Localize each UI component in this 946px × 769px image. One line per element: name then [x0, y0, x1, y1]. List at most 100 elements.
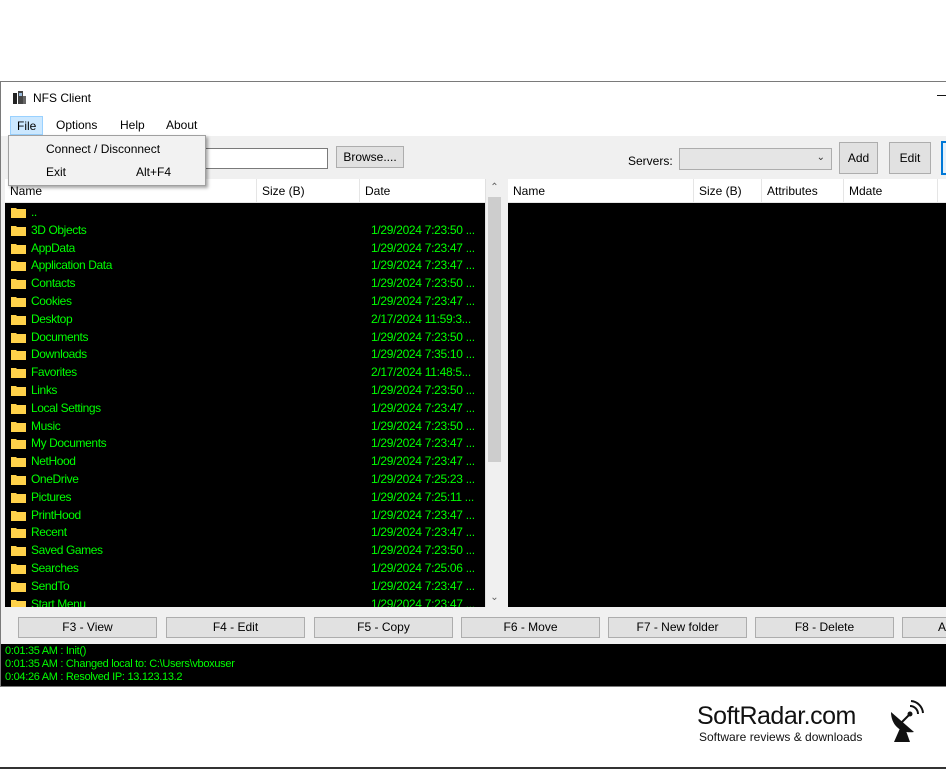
brand-title: SoftRadar.com [697, 702, 856, 730]
menu-connect-disconnect[interactable]: Connect / Disconnect [46, 142, 160, 156]
file-name: Local Settings [31, 400, 101, 415]
folder-icon [11, 492, 26, 503]
f7-new-folder-button[interactable]: F7 - New folder [608, 617, 747, 638]
f8-delete-button[interactable]: F8 - Delete [755, 617, 894, 638]
scroll-up-arrow-icon[interactable]: ⌃ [486, 179, 502, 196]
title-bar: NFS Client — [1, 82, 946, 114]
remote-file-list[interactable]: Name Size (B) Attributes Mdate [508, 179, 946, 607]
edit-server-button[interactable]: Edit [889, 142, 931, 174]
exit-shortcut: Alt+F4 [136, 165, 172, 179]
file-date: 2/17/2024 11:59:3... [371, 311, 471, 326]
column-date[interactable]: Date [360, 179, 485, 203]
table-row[interactable]: 3D Objects 1/29/2024 7:23:50 ... [5, 221, 502, 239]
table-row[interactable]: Pictures 1/29/2024 7:25:11 ... [5, 488, 502, 506]
file-date: 1/29/2024 7:23:50 ... [371, 543, 475, 558]
remote-column-size[interactable]: Size (B) [694, 179, 762, 203]
local-file-list[interactable]: Name Size (B) Date .. 3D Objects 1/29/2024… [5, 179, 502, 607]
table-row[interactable]: Downloads 1/29/2024 7:35:10 ... [5, 345, 502, 363]
menu-file[interactable]: File [10, 116, 44, 135]
file-name: Saved Games [31, 543, 103, 558]
satellite-dish-icon [891, 700, 924, 742]
file-name: Desktop [31, 311, 73, 326]
table-row[interactable]: Cookies 1/29/2024 7:23:47 ... [5, 292, 502, 310]
table-row[interactable]: Saved Games 1/29/2024 7:23:50 ... [5, 541, 502, 559]
file-name: NetHood [31, 454, 76, 469]
column-size[interactable]: Size (B) [257, 179, 360, 203]
table-row[interactable]: My Documents 1/29/2024 7:23:47 ... [5, 434, 502, 452]
file-name: Recent [31, 525, 67, 540]
table-row[interactable]: .. [5, 203, 502, 221]
file-name: Documents [31, 329, 89, 344]
table-row[interactable]: SendTo 1/29/2024 7:23:47 ... [5, 577, 502, 595]
file-menu-dropdown: Connect / Disconnect Exit Alt+F4 [8, 135, 206, 186]
remote-column-attributes[interactable]: Attributes [762, 179, 844, 203]
local-rows: .. 3D Objects 1/29/2024 7:23:50 ... AppData… [5, 203, 502, 607]
table-row[interactable]: Application Data 1/29/2024 7:23:47 ... [5, 256, 502, 274]
file-date: 1/29/2024 7:23:47 ... [371, 258, 475, 273]
file-name: Cookies [31, 293, 72, 308]
remote-column-name[interactable]: Name [508, 179, 694, 203]
table-row[interactable]: Start Menu 1/29/2024 7:23:47 ... [5, 595, 502, 607]
f4-edit-button[interactable]: F4 - Edit [166, 617, 305, 638]
function-key-bar: F3 - View F4 - Edit F5 - Copy F6 - Move … [1, 614, 946, 640]
table-row[interactable]: OneDrive 1/29/2024 7:25:23 ... [5, 470, 502, 488]
screenshot-page: NFS Client — File Options Help About Bro… [0, 0, 946, 769]
scroll-down-arrow-icon[interactable]: ⌄ [486, 589, 502, 606]
folder-icon [11, 581, 26, 592]
file-name: SendTo [31, 578, 70, 593]
menu-about[interactable]: About [160, 116, 203, 135]
file-date: 1/29/2024 7:23:47 ... [371, 454, 475, 469]
file-name: OneDrive [31, 471, 79, 486]
table-row[interactable]: Recent 1/29/2024 7:23:47 ... [5, 523, 502, 541]
servers-select[interactable]: ⌄ [679, 148, 832, 170]
file-date: 1/29/2024 7:23:50 ... [371, 222, 475, 237]
file-date: 1/29/2024 7:23:47 ... [371, 507, 475, 522]
folder-icon [11, 261, 26, 272]
f5-copy-button[interactable]: F5 - Copy [314, 617, 453, 638]
folder-icon [11, 296, 26, 307]
folder-icon [11, 385, 26, 396]
table-row[interactable]: Links 1/29/2024 7:23:50 ... [5, 381, 502, 399]
browse-button[interactable]: Browse.... [336, 146, 404, 168]
table-row[interactable]: Documents 1/29/2024 7:23:50 ... [5, 328, 502, 346]
file-name: Links [31, 382, 58, 397]
table-row[interactable]: NetHood 1/29/2024 7:23:47 ... [5, 452, 502, 470]
table-row[interactable]: Desktop 2/17/2024 11:59:3... [5, 310, 502, 328]
connect-button-edge[interactable] [941, 141, 946, 175]
table-row[interactable]: Favorites 2/17/2024 11:48:5... [5, 363, 502, 381]
table-row[interactable]: Contacts 1/29/2024 7:23:50 ... [5, 274, 502, 292]
f6-move-button[interactable]: F6 - Move [461, 617, 600, 638]
file-name: Contacts [31, 276, 76, 291]
menu-help[interactable]: Help [114, 116, 151, 135]
folder-icon [11, 563, 26, 574]
chevron-down-icon: ⌄ [816, 152, 825, 163]
remote-column-mdate[interactable]: Mdate [844, 179, 938, 203]
folder-icon [11, 528, 26, 539]
table-row[interactable]: Searches 1/29/2024 7:25:06 ... [5, 559, 502, 577]
local-scrollbar[interactable]: ⌃ ⌄ [485, 179, 502, 607]
table-row[interactable]: Music 1/29/2024 7:23:50 ... [5, 417, 502, 435]
file-date: 1/29/2024 7:23:50 ... [371, 382, 475, 397]
f3-view-button[interactable]: F3 - View [18, 617, 157, 638]
file-date: 1/29/2024 7:23:50 ... [371, 276, 475, 291]
table-row[interactable]: PrintHood 1/29/2024 7:23:47 ... [5, 506, 502, 524]
table-row[interactable]: AppData 1/29/2024 7:23:47 ... [5, 239, 502, 257]
minimize-button[interactable]: — [937, 86, 946, 102]
table-row[interactable]: Local Settings 1/29/2024 7:23:47 ... [5, 399, 502, 417]
folder-icon [11, 314, 26, 325]
menu-options[interactable]: Options [50, 116, 103, 135]
menu-exit[interactable]: Exit [46, 165, 66, 179]
folder-icon [11, 546, 26, 557]
folder-icon [11, 279, 26, 290]
local-path-input[interactable] [191, 148, 328, 169]
extra-function-button[interactable]: A [902, 617, 946, 638]
add-server-button[interactable]: Add [839, 142, 878, 174]
folder-icon [11, 208, 26, 218]
log-panel: 0:01:35 AM : Init() 0:01:35 AM : Changed… [1, 644, 946, 686]
scroll-thumb[interactable] [488, 197, 501, 462]
file-name: .. [31, 205, 37, 219]
folder-icon [11, 421, 26, 432]
file-date: 1/29/2024 7:23:50 ... [371, 329, 475, 344]
folder-icon [11, 225, 26, 236]
remote-list-header: Name Size (B) Attributes Mdate [508, 179, 946, 203]
